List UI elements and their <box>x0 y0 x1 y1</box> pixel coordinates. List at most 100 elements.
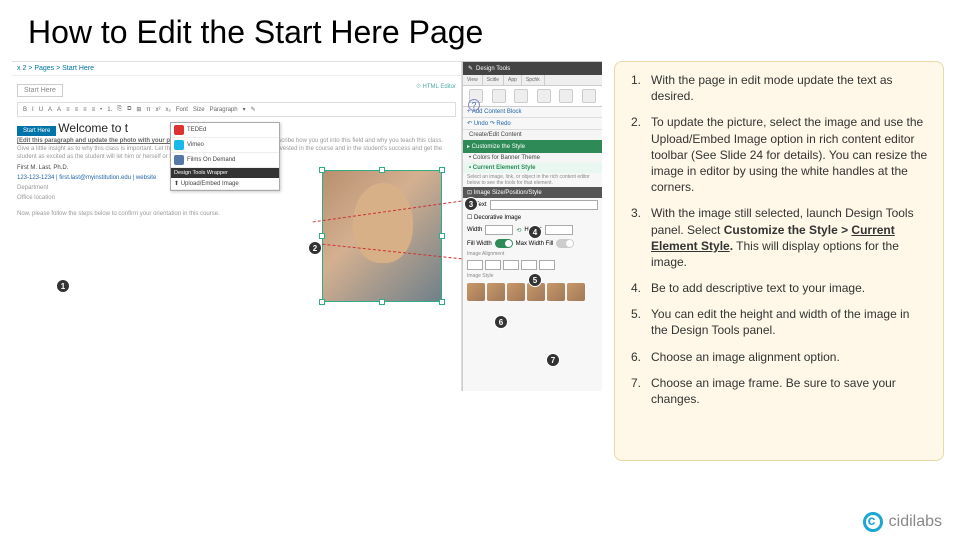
font-select[interactable]: Font <box>175 107 189 113</box>
embed-item[interactable]: Vimeo <box>187 142 204 148</box>
underline-icon[interactable]: U <box>38 107 44 113</box>
align-center-icon[interactable]: ≡ <box>74 107 80 113</box>
style-thumb[interactable] <box>567 283 585 301</box>
indent-icon[interactable]: ⎘ <box>116 106 123 113</box>
style-caption: Select an image, link, or object in the … <box>463 173 602 187</box>
tab-app[interactable]: App <box>504 75 522 85</box>
customize-style[interactable]: ▸ Customize the Style <box>463 140 602 153</box>
start-here-tab[interactable]: Start Here <box>17 126 56 136</box>
table-icon[interactable]: ⊞ <box>135 106 142 113</box>
edit-icon[interactable]: ✎ <box>250 106 257 113</box>
align-left-icon[interactable]: ≡ <box>65 107 71 113</box>
selected-image[interactable] <box>322 170 442 302</box>
slide-title: How to Edit the Start Here Page <box>0 0 960 51</box>
superscript-icon[interactable]: x² <box>155 107 162 113</box>
image-size-section[interactable]: ⊡ Image Size/Position/Style <box>463 187 602 198</box>
resize-handle[interactable] <box>439 167 445 173</box>
style-thumb[interactable] <box>547 283 565 301</box>
add-content-block[interactable]: + Add Content Block <box>463 107 602 118</box>
max-width-toggle[interactable] <box>556 239 574 248</box>
help-icon[interactable]: ? <box>468 99 480 111</box>
height-input[interactable] <box>545 225 573 235</box>
align-option[interactable] <box>467 260 483 270</box>
align-label: Image Alignment <box>463 250 602 258</box>
resize-handle[interactable] <box>439 233 445 239</box>
align-right-icon[interactable]: ≡ <box>82 107 88 113</box>
upload-embed-image[interactable]: ⬆ Upload/Embed Image <box>171 178 279 190</box>
dropdown-icon[interactable]: ▾ <box>242 106 247 113</box>
callout-badge-1: 1 <box>56 279 70 293</box>
content-row: x 2 > Pages > Start Here Start Here ⟐ HT… <box>0 51 960 461</box>
resize-handle[interactable] <box>379 167 385 173</box>
resize-handle[interactable] <box>439 299 445 305</box>
undo-redo[interactable]: ↶ Undo ↷ Redo <box>463 118 602 130</box>
callout-badge-7: 7 <box>546 353 560 367</box>
instruction-item: 1.With the page in edit mode update the … <box>625 72 929 104</box>
vimeo-icon <box>174 140 184 150</box>
alignment-options[interactable] <box>463 258 602 272</box>
style-thumb[interactable] <box>507 283 525 301</box>
embed-item[interactable]: Films On Demand <box>187 157 235 163</box>
films-icon <box>174 155 184 165</box>
width-input[interactable] <box>485 225 513 235</box>
bold-icon[interactable]: B <box>22 107 28 113</box>
popup-divider: Design Tools Wrapper <box>171 168 279 178</box>
resize-handle[interactable] <box>319 299 325 305</box>
bullet-list-icon[interactable]: • <box>99 107 103 113</box>
resize-handle[interactable] <box>379 299 385 305</box>
instruction-item: 4.Be to add descriptive text to your ima… <box>625 280 929 296</box>
instruction-item: 3.With the image still selected, launch … <box>625 205 929 270</box>
outdent-icon[interactable]: ⧉ <box>126 106 132 113</box>
resize-handle[interactable] <box>319 233 325 239</box>
brush-icon: ✎ <box>468 65 473 72</box>
style-thumb[interactable] <box>467 283 485 301</box>
design-tools-tabs[interactable]: View Scitle App Spchk <box>463 75 602 86</box>
tool-icon-row[interactable] <box>463 86 602 107</box>
size-select[interactable]: Size <box>192 107 206 113</box>
text-color-icon[interactable]: A <box>47 107 53 113</box>
paragraph-select[interactable]: Paragraph <box>209 107 239 113</box>
align-option[interactable] <box>521 260 537 270</box>
design-tools-header: ✎ Design Tools <box>463 62 602 75</box>
tool-icon[interactable] <box>514 89 528 103</box>
subscript-icon[interactable]: x₂ <box>165 107 172 113</box>
tool-icon[interactable] <box>492 89 506 103</box>
instruction-item: 6.Choose an image alignment option. <box>625 349 929 365</box>
page-name-field[interactable]: Start Here <box>17 84 63 97</box>
fill-width-label: Fill Width <box>467 241 492 247</box>
number-list-icon[interactable]: 1. <box>106 107 113 113</box>
footer-logo: cidilabs <box>863 512 942 532</box>
align-option[interactable] <box>485 260 501 270</box>
max-width-label: Max Width Fill <box>516 241 554 247</box>
rich-text-toolbar[interactable]: B I U A A ≡ ≡ ≡ ≡ • 1. ⎘ ⧉ ⊞ π x² x₂ <box>17 102 456 117</box>
callout-badge-4: 4 <box>528 225 542 239</box>
italic-icon[interactable]: I <box>31 107 35 113</box>
equation-icon[interactable]: π <box>145 107 151 113</box>
decorative-checkbox[interactable]: ☐ Decorative Image <box>463 212 602 223</box>
fill-width-toggle[interactable] <box>495 239 513 248</box>
create-edit-content[interactable]: Create/Edit Content <box>463 130 602 140</box>
tab-view[interactable]: View <box>463 75 483 85</box>
align-option[interactable] <box>503 260 519 270</box>
html-editor-link[interactable]: ⟐ HTML Editor <box>416 84 456 97</box>
callout-badge-6: 6 <box>494 315 508 329</box>
banner-colors[interactable]: • Colors for Banner Theme <box>463 153 602 163</box>
style-thumb[interactable] <box>487 283 505 301</box>
tab-spchk[interactable]: Spchk <box>522 75 545 85</box>
tool-icon[interactable] <box>537 89 551 103</box>
align-justify-icon[interactable]: ≡ <box>91 107 97 113</box>
highlight-icon[interactable]: A <box>56 107 62 113</box>
alt-text-input[interactable] <box>490 200 598 210</box>
welcome-heading: Welcome to t <box>58 121 128 135</box>
width-label: Width <box>467 227 482 233</box>
tool-icon[interactable] <box>582 89 596 103</box>
tab-scitle[interactable]: Scitle <box>483 75 504 85</box>
embed-item[interactable]: TEDEd <box>187 127 206 133</box>
align-option[interactable] <box>539 260 555 270</box>
breadcrumb[interactable]: x 2 > Pages > Start Here <box>12 62 461 76</box>
tool-icon[interactable] <box>559 89 573 103</box>
embed-media-popup[interactable]: TEDEd Vimeo Films On Demand Design Tools… <box>170 122 280 191</box>
callout-badge-2: 2 <box>308 241 322 255</box>
current-element-style[interactable]: • Current Element Style <box>463 163 602 173</box>
resize-handle[interactable] <box>319 167 325 173</box>
